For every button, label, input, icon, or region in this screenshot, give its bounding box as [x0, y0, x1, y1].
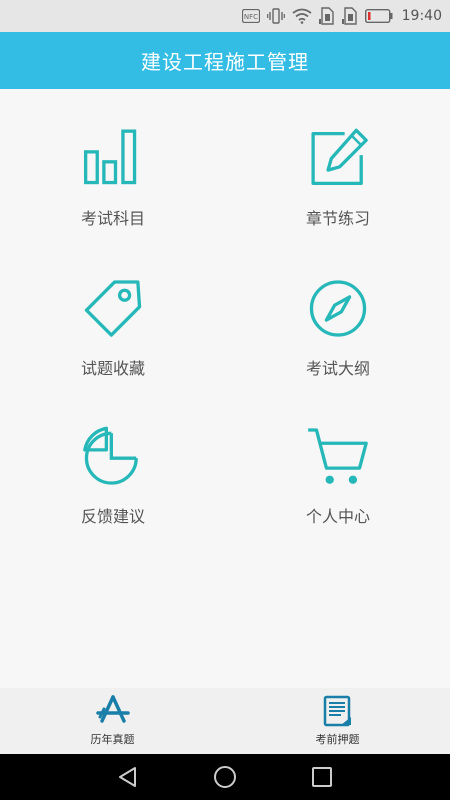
- status-bar: NFC 19:40: [0, 0, 450, 32]
- grid-label: 试题收藏: [80, 359, 145, 378]
- grid-item-chapter-practice[interactable]: 章节练习: [248, 89, 428, 229]
- status-time: 19:40: [401, 8, 442, 24]
- grid-label: 考试科目: [80, 209, 145, 228]
- app-header: 建设工程施工管理: [0, 32, 450, 89]
- grid-item-exam-subjects[interactable]: 考试科目: [23, 89, 203, 229]
- sim-card-2-icon: [341, 7, 358, 25]
- tab-label: 历年真题: [90, 733, 135, 746]
- grid-label: 个人中心: [305, 507, 370, 526]
- app-store-icon: [95, 695, 130, 723]
- battery-low-icon: [364, 9, 393, 23]
- grid-label: 考试大纲: [305, 359, 370, 378]
- vibrate-icon: [266, 8, 285, 24]
- back-icon[interactable]: [115, 764, 141, 790]
- bar-chart-icon: [83, 129, 137, 185]
- compass-icon: [309, 280, 367, 337]
- page-title: 建设工程施工管理: [141, 50, 309, 74]
- shopping-cart-icon: [308, 428, 368, 484]
- wifi-icon: [292, 8, 312, 24]
- home-icon[interactable]: [212, 764, 238, 790]
- nfc-icon: NFC: [241, 9, 260, 23]
- tab-label: 考前押题: [315, 733, 360, 746]
- svg-text:NFC: NFC: [244, 13, 258, 21]
- grid-item-exam-outline[interactable]: 考试大纲: [248, 239, 428, 379]
- system-nav-bar: [0, 754, 450, 800]
- grid-item-question-favorites[interactable]: 试题收藏: [23, 239, 203, 379]
- tab-pre-exam-predictions[interactable]: 考前押题: [225, 688, 450, 754]
- pie-chart-icon: [83, 426, 138, 485]
- sim-card-1-icon: [318, 7, 335, 25]
- tag-icon: [84, 280, 142, 337]
- document-icon: [323, 695, 351, 727]
- edit-icon: [311, 128, 368, 186]
- grid-item-personal-center[interactable]: 个人中心: [248, 387, 428, 527]
- grid-item-feedback[interactable]: 反馈建议: [23, 387, 203, 527]
- app-screen: NFC 19:40 建设工程施工管理 考试科目 章节练习 试题收藏 考试大纲 反…: [0, 0, 450, 800]
- grid-label: 反馈建议: [80, 507, 145, 526]
- recents-icon[interactable]: [309, 764, 335, 790]
- tab-past-exams[interactable]: 历年真题: [0, 688, 225, 754]
- bottom-tab-bar: 历年真题 考前押题: [0, 688, 450, 754]
- grid-label: 章节练习: [305, 209, 370, 228]
